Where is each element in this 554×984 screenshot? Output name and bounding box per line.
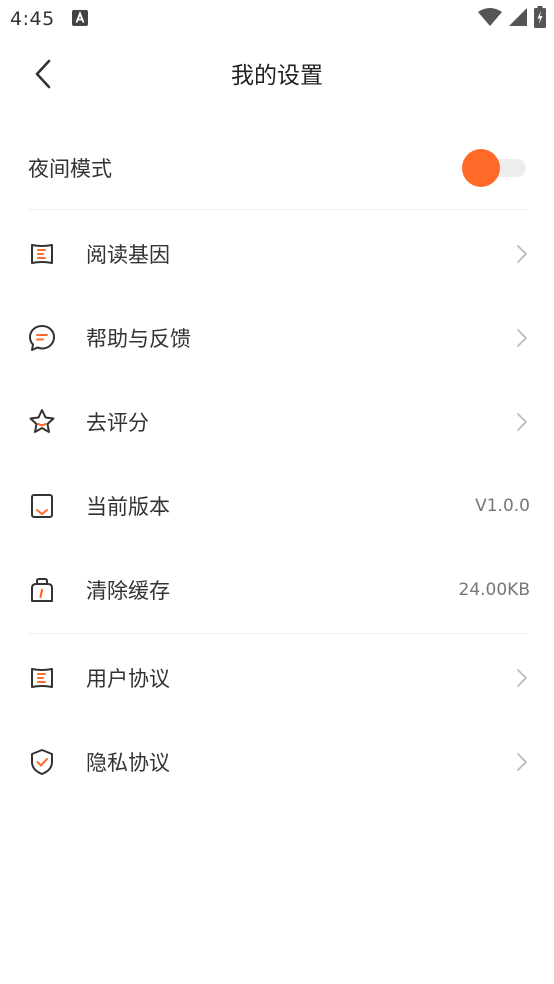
night-mode-toggle[interactable] <box>462 148 528 188</box>
star-icon <box>26 406 58 438</box>
menu-item-user-agreement[interactable]: 用户协议 <box>26 648 530 708</box>
chevron-right-icon <box>514 411 530 433</box>
version-value: V1.0.0 <box>475 496 530 516</box>
menu-item-privacy-agreement[interactable]: 隐私协议 <box>26 732 530 792</box>
menu-item-label: 隐私协议 <box>86 751 170 775</box>
night-mode-row: 夜间模式 <box>28 126 528 210</box>
book-icon <box>26 662 58 694</box>
chevron-right-icon <box>514 243 530 265</box>
status-time: 4:45 <box>10 8 55 30</box>
cache-size-value: 24.00KB <box>458 580 530 600</box>
menu-item-reading-genes[interactable]: 阅读基因 <box>26 224 530 284</box>
wifi-icon <box>478 7 502 31</box>
divider <box>28 209 528 210</box>
app-header: 我的设置 <box>0 38 554 110</box>
divider <box>28 633 528 634</box>
menu-item-current-version: 当前版本 V1.0.0 <box>26 476 530 536</box>
a-icon <box>72 10 88 26</box>
page-title: 我的设置 <box>231 63 323 89</box>
signal-icon <box>508 7 528 31</box>
cache-icon <box>26 574 58 606</box>
menu-item-clear-cache[interactable]: 清除缓存 24.00KB <box>26 560 530 620</box>
bookmark-icon <box>26 490 58 522</box>
chevron-right-icon <box>514 667 530 689</box>
status-icons <box>478 6 546 32</box>
book-icon <box>26 238 58 270</box>
chat-icon <box>26 322 58 354</box>
menu-item-rate[interactable]: 去评分 <box>26 392 530 452</box>
status-bar: 4:45 <box>0 0 554 38</box>
menu-item-label: 用户协议 <box>86 667 170 691</box>
toggle-knob <box>462 149 500 187</box>
menu-item-label: 阅读基因 <box>86 243 170 267</box>
night-mode-label: 夜间模式 <box>28 157 112 181</box>
chevron-right-icon <box>514 751 530 773</box>
chevron-right-icon <box>514 327 530 349</box>
menu-item-help-feedback[interactable]: 帮助与反馈 <box>26 308 530 368</box>
menu-item-label: 帮助与反馈 <box>86 327 191 351</box>
battery-charging-icon <box>534 6 546 32</box>
menu-item-label: 去评分 <box>86 411 149 435</box>
menu-item-label: 当前版本 <box>86 495 170 519</box>
shield-icon <box>26 746 58 778</box>
menu-item-label: 清除缓存 <box>86 579 170 603</box>
